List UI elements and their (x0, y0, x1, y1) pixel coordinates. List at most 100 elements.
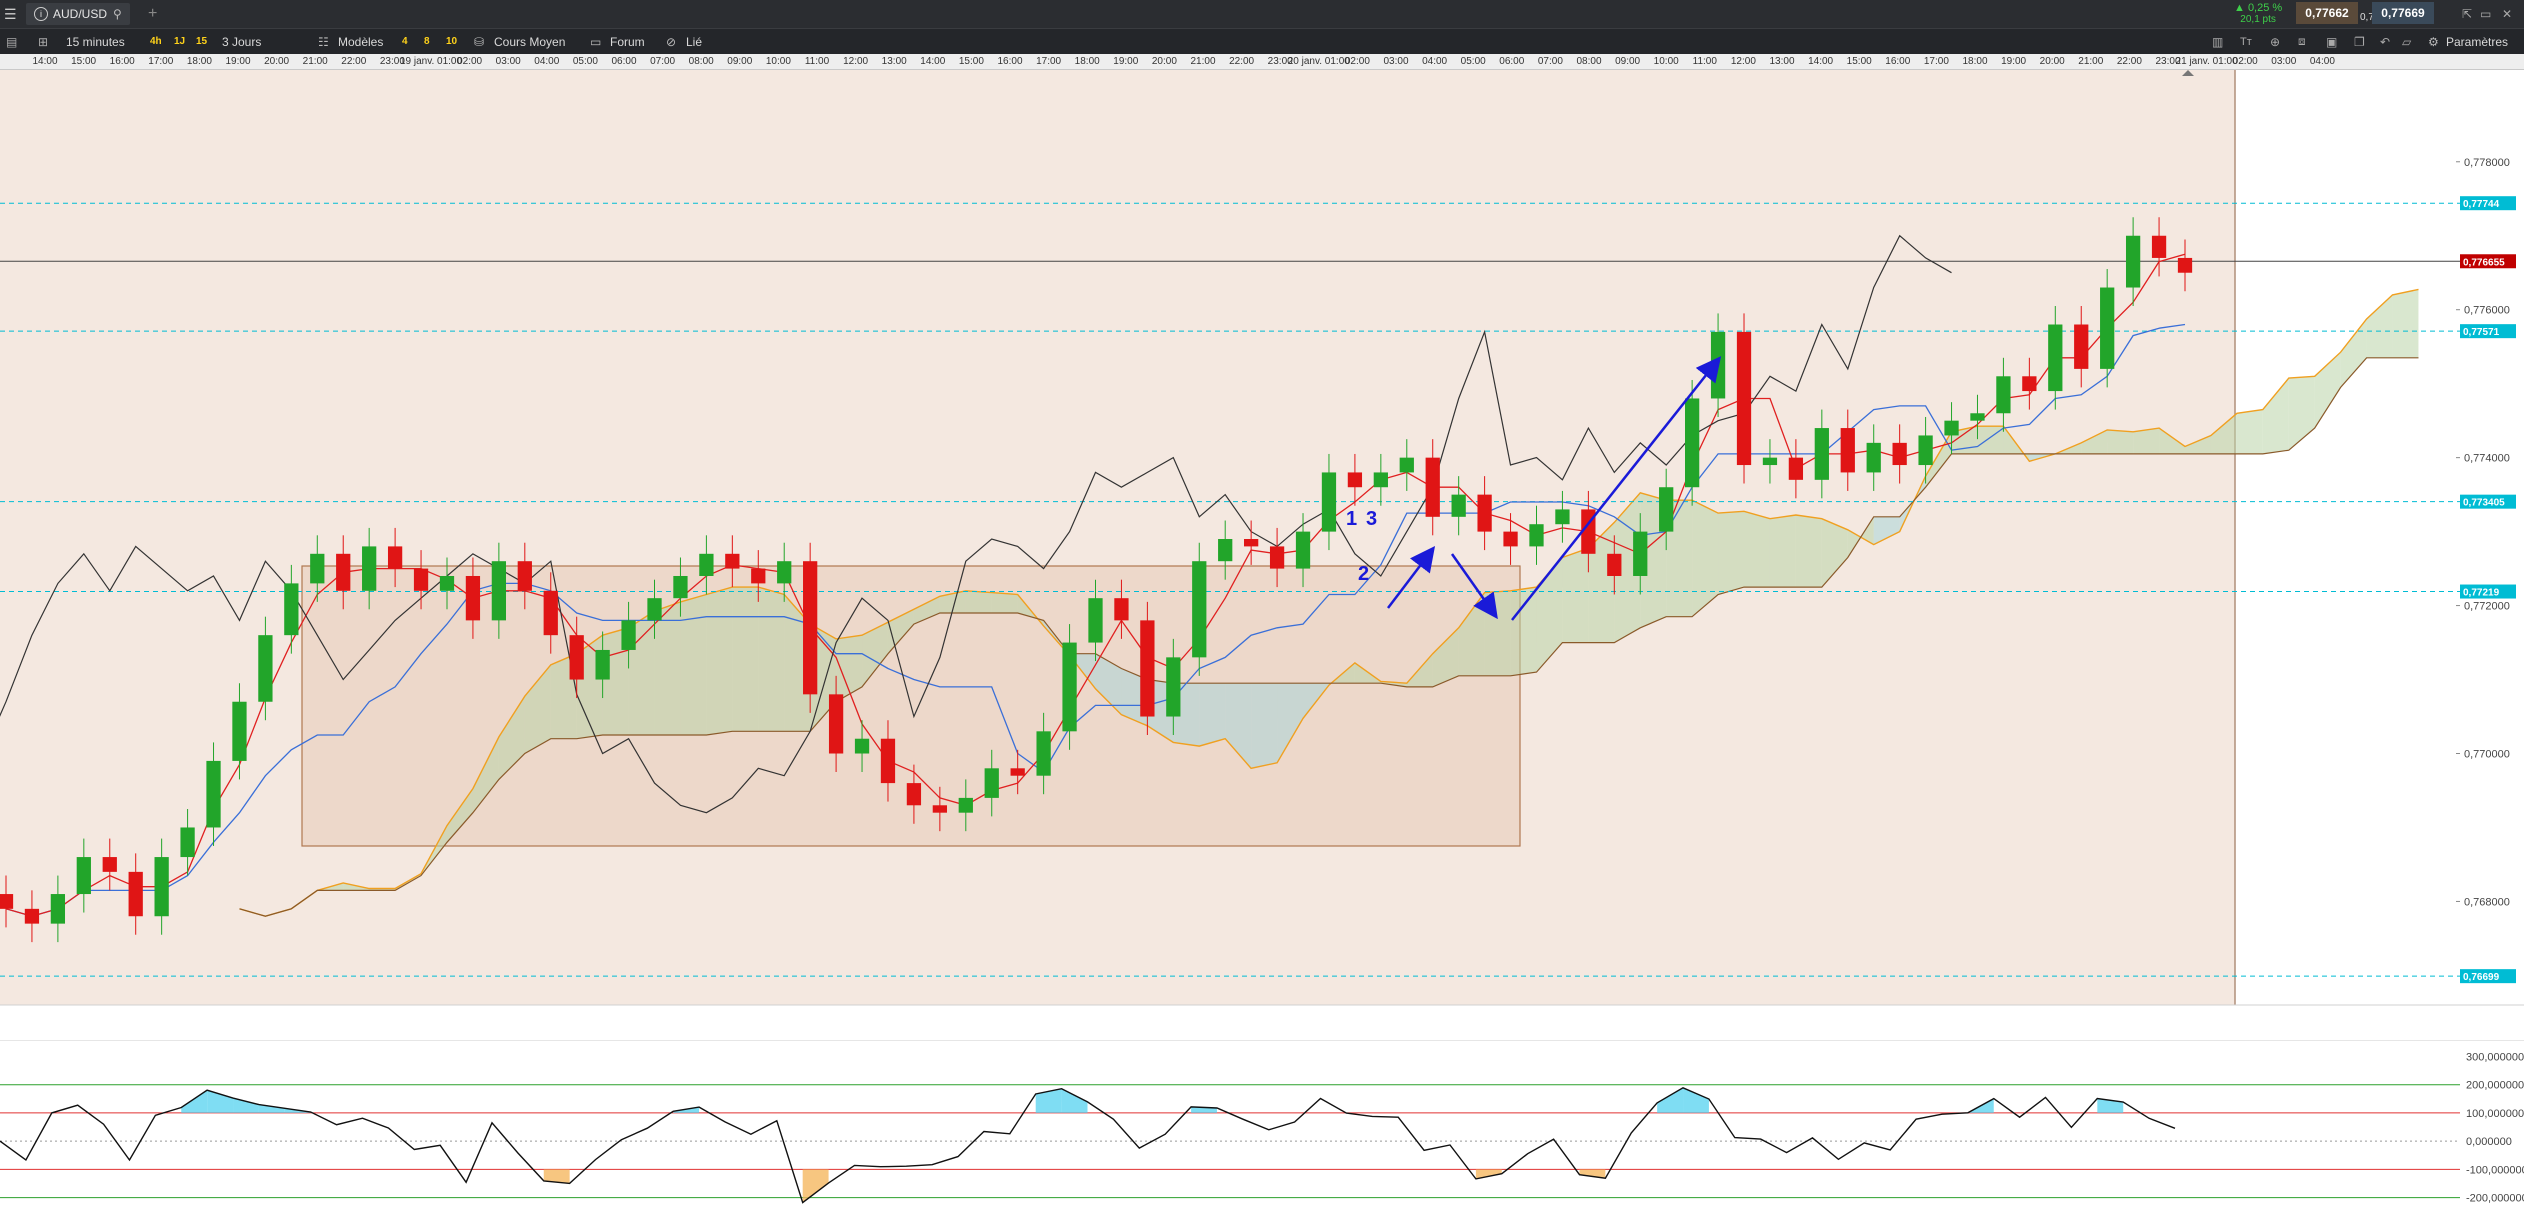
price-chart[interactable]: 0,777440,7766550,775710,7734050,772190,7… (0, 70, 2524, 1040)
time-tick-label: 05:00 (1460, 56, 1486, 67)
change-percent: ▲ 0,25 % (2234, 2, 2283, 14)
forum-button[interactable]: Forum (610, 29, 645, 54)
panel-icon[interactable]: ▤ (6, 29, 17, 54)
chart-type-icon[interactable]: ⧈ (2298, 29, 2306, 54)
candle-body (1529, 524, 1544, 547)
candle-body (1866, 442, 1881, 473)
candle-body (439, 575, 455, 591)
text-tool-icon[interactable]: Tт (2240, 29, 2252, 54)
candle-body (569, 635, 584, 680)
candle-body (751, 568, 766, 584)
time-tick-label: 18:00 (1074, 56, 1100, 67)
time-tick-label: 20:00 (264, 56, 290, 67)
time-tick-label: 17:00 (1923, 56, 1949, 67)
undock-icon[interactable]: ⇱ (2462, 0, 2472, 28)
info-icon: i (34, 7, 48, 21)
candle-body (1140, 620, 1155, 717)
time-tick-label: 05:00 (572, 56, 598, 67)
model-shortcut-10[interactable]: 10 (446, 29, 457, 54)
close-icon[interactable]: ✕ (2502, 0, 2512, 28)
oscillator-tick-label: 200,000000 (2466, 1080, 2524, 1092)
time-tick-label: 11:00 (804, 56, 830, 67)
time-tick-label: 16:00 (1885, 56, 1911, 67)
period-select[interactable]: 3 Jours (216, 29, 267, 54)
candle-body (1814, 428, 1829, 480)
instrument-tab[interactable]: i AUD/USD ⚲ (26, 3, 130, 25)
models-icon: ☷ (318, 34, 329, 49)
comment-icon[interactable]: ▱ (2402, 29, 2411, 54)
candle-body (50, 894, 66, 924)
price-tick-label: 0,774000 (2464, 453, 2510, 465)
candle-body (1996, 376, 2011, 414)
price-tick-label: 0,772000 (2464, 601, 2510, 613)
tf-shortcut-1j[interactable]: 1J (174, 29, 185, 54)
time-tick-label: 04:00 (534, 56, 560, 67)
time-tick-label: 03:00 (495, 56, 521, 67)
cloud-segment (1199, 683, 1226, 747)
candle-body (413, 568, 429, 591)
ask-price[interactable]: 0,77669 (2372, 2, 2434, 24)
model-shortcut-4[interactable]: 4 (402, 29, 408, 54)
candle-body (1399, 457, 1414, 473)
time-tick-label: 20:00 (2039, 56, 2065, 67)
drawing-tools-icon[interactable]: ▥ (2212, 29, 2223, 54)
gear-icon[interactable]: ⚙ (2428, 29, 2439, 54)
candle-body (2151, 235, 2167, 258)
time-tick-label: 21 janv. 01:00 (2175, 56, 2238, 67)
time-tick-label: 06:00 (1499, 56, 1525, 67)
crosshair-icon[interactable]: ⊕ (2270, 29, 2280, 54)
time-tick-label: 03:00 (2271, 56, 2297, 67)
price-tick-label: 0,770000 (2464, 749, 2510, 761)
settings-button[interactable]: Paramètres (2446, 29, 2508, 54)
time-tick-label: 06:00 (611, 56, 637, 67)
candle-body (1192, 561, 1207, 658)
candle-body (699, 553, 714, 576)
link-button[interactable]: Lié (686, 29, 702, 54)
candle-body (284, 583, 299, 636)
cloud-segment (1484, 590, 1511, 676)
maximize-icon[interactable]: ▭ (2480, 0, 2491, 28)
time-tick-label: 04:00 (2309, 56, 2335, 67)
timeframe-select[interactable]: 15 minutes (60, 29, 131, 54)
chart-toolbar: ▤ ⊞ 15 minutes 4h 1J 15 3 Jours ☷ Modèle… (0, 28, 2524, 54)
time-tick-label: 13:00 (1769, 56, 1795, 67)
candle-body (984, 768, 999, 798)
wave-annotation-label: 2 (1358, 563, 1369, 585)
add-tab-icon[interactable]: + (148, 0, 157, 28)
cloud-segment (2366, 294, 2393, 358)
menu-icon[interactable]: ☰ (4, 0, 17, 28)
time-tick-label: 14:00 (32, 56, 58, 67)
candle-body (0, 894, 14, 909)
tf-shortcut-15[interactable]: 15 (196, 29, 207, 54)
candle-body (491, 561, 507, 621)
cloud-segment (2392, 289, 2419, 358)
search-icon[interactable]: ⚲ (113, 7, 122, 21)
candle-body (154, 857, 169, 917)
candle-body (258, 635, 273, 702)
oscillator-panel[interactable]: 300,000000 200,000000 100,000000 0,000000 -1… (0, 1040, 2524, 1231)
candle-body (1425, 457, 1440, 517)
candle-body (854, 738, 870, 754)
time-tick-label: 02:00 (2232, 56, 2258, 67)
screenshot-icon[interactable]: ▣ (2326, 29, 2337, 54)
cloud-segment (2107, 429, 2134, 454)
cloud-segment (1744, 511, 1770, 588)
time-tick-label: 20 janv. 01:00 (1287, 56, 1350, 67)
candle-body (1892, 442, 1907, 466)
candle-body (1633, 531, 1648, 576)
indicator-button[interactable]: Cours Moyen (494, 29, 565, 54)
bid-price[interactable]: 0,77662 (2296, 2, 2358, 24)
time-tick-label: 09:00 (727, 56, 753, 67)
undo-icon[interactable]: ↶ (2380, 29, 2390, 54)
oscillator-tick-label: 300,000000 (2466, 1051, 2524, 1063)
candle-body (517, 561, 532, 591)
model-shortcut-8[interactable]: 8 (424, 29, 430, 54)
time-tick-label: 14:00 (1808, 56, 1834, 67)
time-tick-label: 15:00 (1846, 56, 1872, 67)
layers-icon[interactable]: ❐ (2354, 29, 2365, 54)
layout-icon[interactable]: ⊞ (38, 29, 48, 54)
candle-body (1269, 546, 1285, 569)
models-button[interactable]: Modèles (338, 29, 383, 54)
tf-shortcut-4h[interactable]: 4h (150, 29, 162, 54)
time-axis: 14:00 15:00 16:00 17:00 18:00 19:00 20:00 21:00… (0, 54, 2524, 70)
